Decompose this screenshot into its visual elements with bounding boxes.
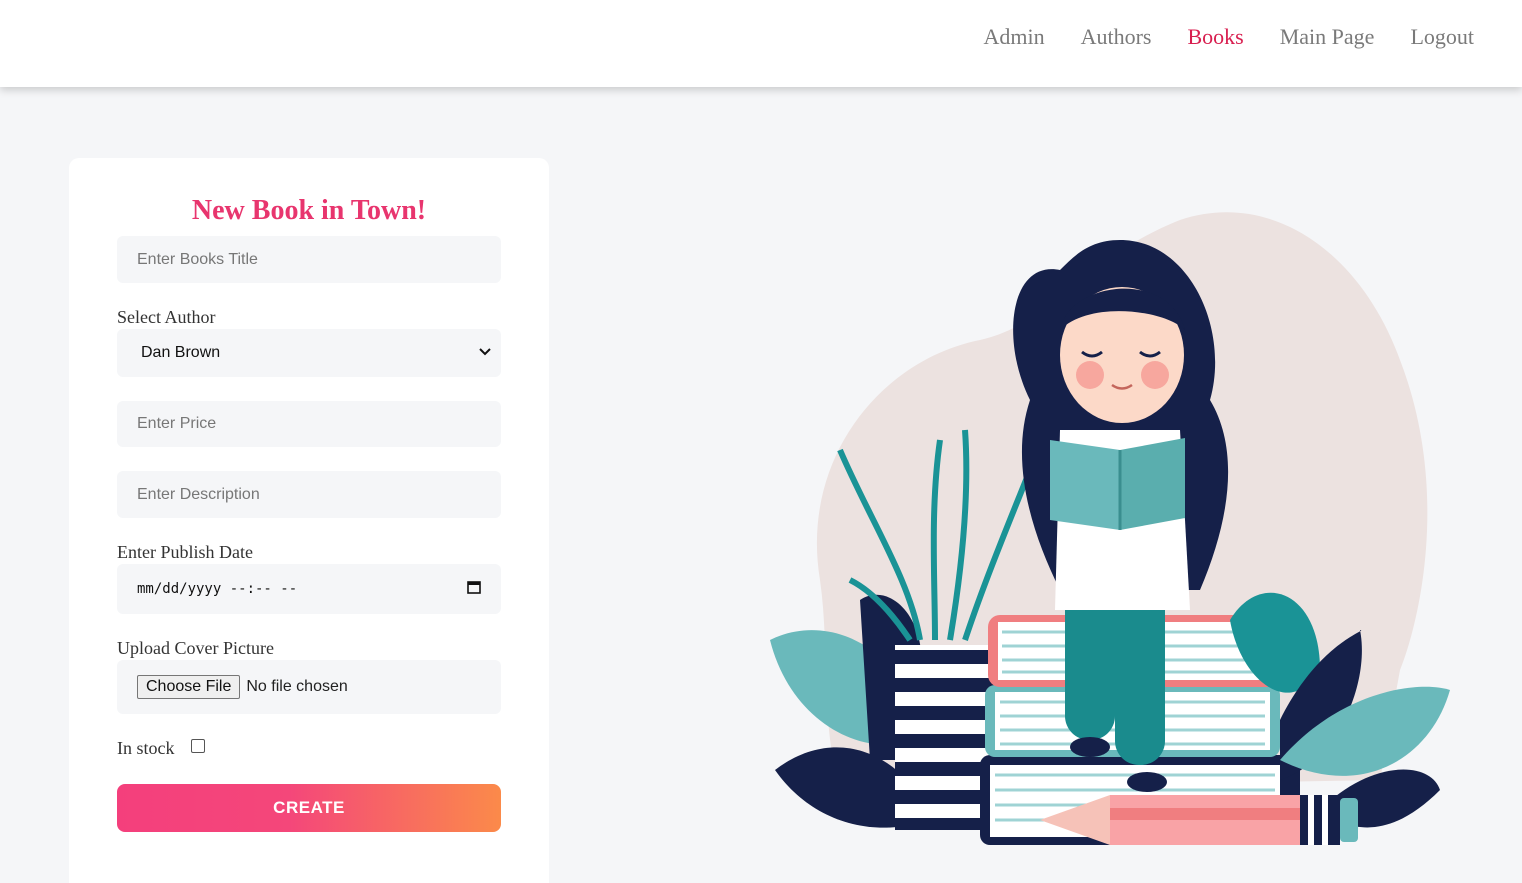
author-select[interactable]: Dan Brown	[117, 329, 501, 377]
in-stock-checkbox[interactable]	[191, 739, 205, 753]
nav-admin-link[interactable]: Admin	[983, 24, 1044, 50]
create-button[interactable]: CREATE	[117, 784, 501, 832]
price-input[interactable]	[117, 401, 501, 447]
choose-file-button[interactable]: Choose File	[137, 675, 241, 699]
top-navbar: Admin Authors Books Main Page Logout	[0, 0, 1522, 87]
cover-file-input[interactable]: Choose File No file chosen	[117, 660, 501, 714]
form-title: New Book in Town!	[191, 195, 427, 226]
author-selected-value: Dan Brown	[141, 344, 221, 361]
publish-date-input[interactable]: mm/dd/yyyy --:-- --	[117, 564, 501, 614]
nav-links: Admin Authors Books Main Page Logout	[983, 24, 1474, 50]
file-status: No file chosen	[246, 678, 348, 695]
nav-authors-link[interactable]: Authors	[1081, 24, 1152, 50]
nav-books-link[interactable]: Books	[1187, 24, 1243, 50]
nav-main-page-link[interactable]: Main Page	[1280, 24, 1375, 50]
chevron-down-icon	[477, 343, 493, 364]
calendar-icon[interactable]	[467, 580, 481, 598]
author-label: Select Author	[117, 307, 216, 327]
book-title-input[interactable]	[117, 236, 501, 283]
description-input[interactable]	[117, 471, 501, 518]
nav-logout-link[interactable]: Logout	[1410, 24, 1474, 50]
cover-picture-label: Upload Cover Picture	[117, 638, 274, 658]
girl-reading-illustration	[770, 212, 1450, 845]
publish-date-label: Enter Publish Date	[117, 542, 253, 562]
in-stock-label: In stock	[117, 738, 175, 758]
date-value: mm/dd/yyyy --:-- --	[137, 581, 298, 597]
